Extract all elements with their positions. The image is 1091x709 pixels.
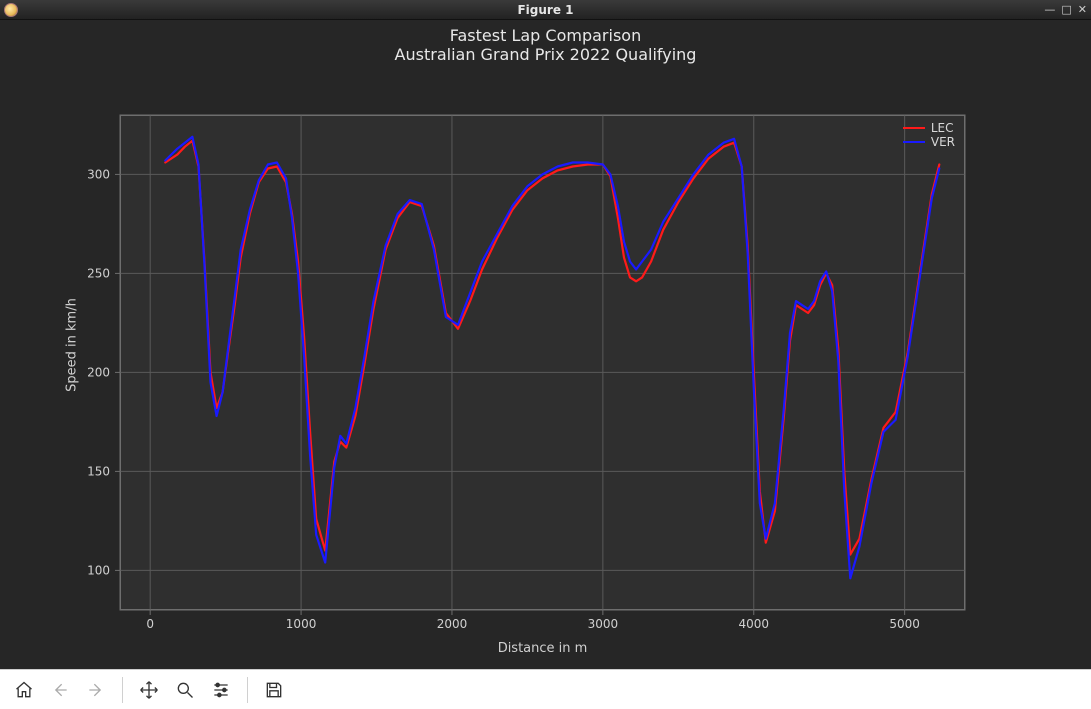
- arrow-left-icon: [50, 680, 70, 700]
- home-button[interactable]: [8, 674, 40, 706]
- legend: LEC VER: [899, 119, 959, 151]
- plot-svg: 010002000300040005000100150200250300: [120, 115, 965, 610]
- window-titlebar: Figure 1 — □ ✕: [0, 0, 1091, 20]
- chart-subtitle: Australian Grand Prix 2022 Qualifying: [0, 45, 1091, 64]
- sliders-icon: [211, 680, 231, 700]
- toolbar-separator: [122, 677, 123, 703]
- y-tick-label: 100: [87, 563, 110, 577]
- figure-canvas[interactable]: Fastest Lap Comparison Australian Grand …: [0, 20, 1091, 669]
- maximize-button[interactable]: □: [1061, 3, 1071, 16]
- legend-label-lec: LEC: [931, 121, 954, 135]
- legend-label-ver: VER: [931, 135, 955, 149]
- y-tick-label: 300: [87, 167, 110, 181]
- series-lec: [165, 141, 939, 555]
- series-ver: [165, 137, 939, 579]
- y-tick-label: 150: [87, 464, 110, 478]
- legend-item-ver: VER: [903, 135, 955, 149]
- y-tick-label: 250: [87, 266, 110, 280]
- configure-subplots-button[interactable]: [205, 674, 237, 706]
- legend-swatch-ver: [903, 141, 925, 143]
- search-icon: [175, 680, 195, 700]
- x-axis-label: Distance in m: [120, 641, 965, 656]
- close-button[interactable]: ✕: [1078, 3, 1087, 16]
- legend-item-lec: LEC: [903, 121, 955, 135]
- y-tick-label: 200: [87, 365, 110, 379]
- home-icon: [14, 680, 34, 700]
- forward-button[interactable]: [80, 674, 112, 706]
- matplotlib-toolbar: [0, 669, 1091, 709]
- toolbar-separator: [247, 677, 248, 703]
- x-tick-label: 4000: [738, 617, 769, 631]
- x-tick-label: 1000: [286, 617, 317, 631]
- x-tick-label: 2000: [437, 617, 468, 631]
- y-axis-label: Speed in km/h: [65, 298, 80, 392]
- app-icon: [4, 3, 18, 17]
- x-tick-label: 3000: [588, 617, 619, 631]
- x-tick-label: 5000: [889, 617, 920, 631]
- legend-swatch-lec: [903, 127, 925, 129]
- pan-button[interactable]: [133, 674, 165, 706]
- minimize-button[interactable]: —: [1044, 3, 1055, 16]
- chart-title: Fastest Lap Comparison: [0, 20, 1091, 45]
- zoom-button[interactable]: [169, 674, 201, 706]
- axes-area[interactable]: 010002000300040005000100150200250300 LEC…: [120, 115, 965, 610]
- arrow-right-icon: [86, 680, 106, 700]
- window-title: Figure 1: [0, 3, 1091, 17]
- save-icon: [264, 680, 284, 700]
- x-tick-label: 0: [146, 617, 154, 631]
- move-icon: [139, 680, 159, 700]
- save-button[interactable]: [258, 674, 290, 706]
- back-button[interactable]: [44, 674, 76, 706]
